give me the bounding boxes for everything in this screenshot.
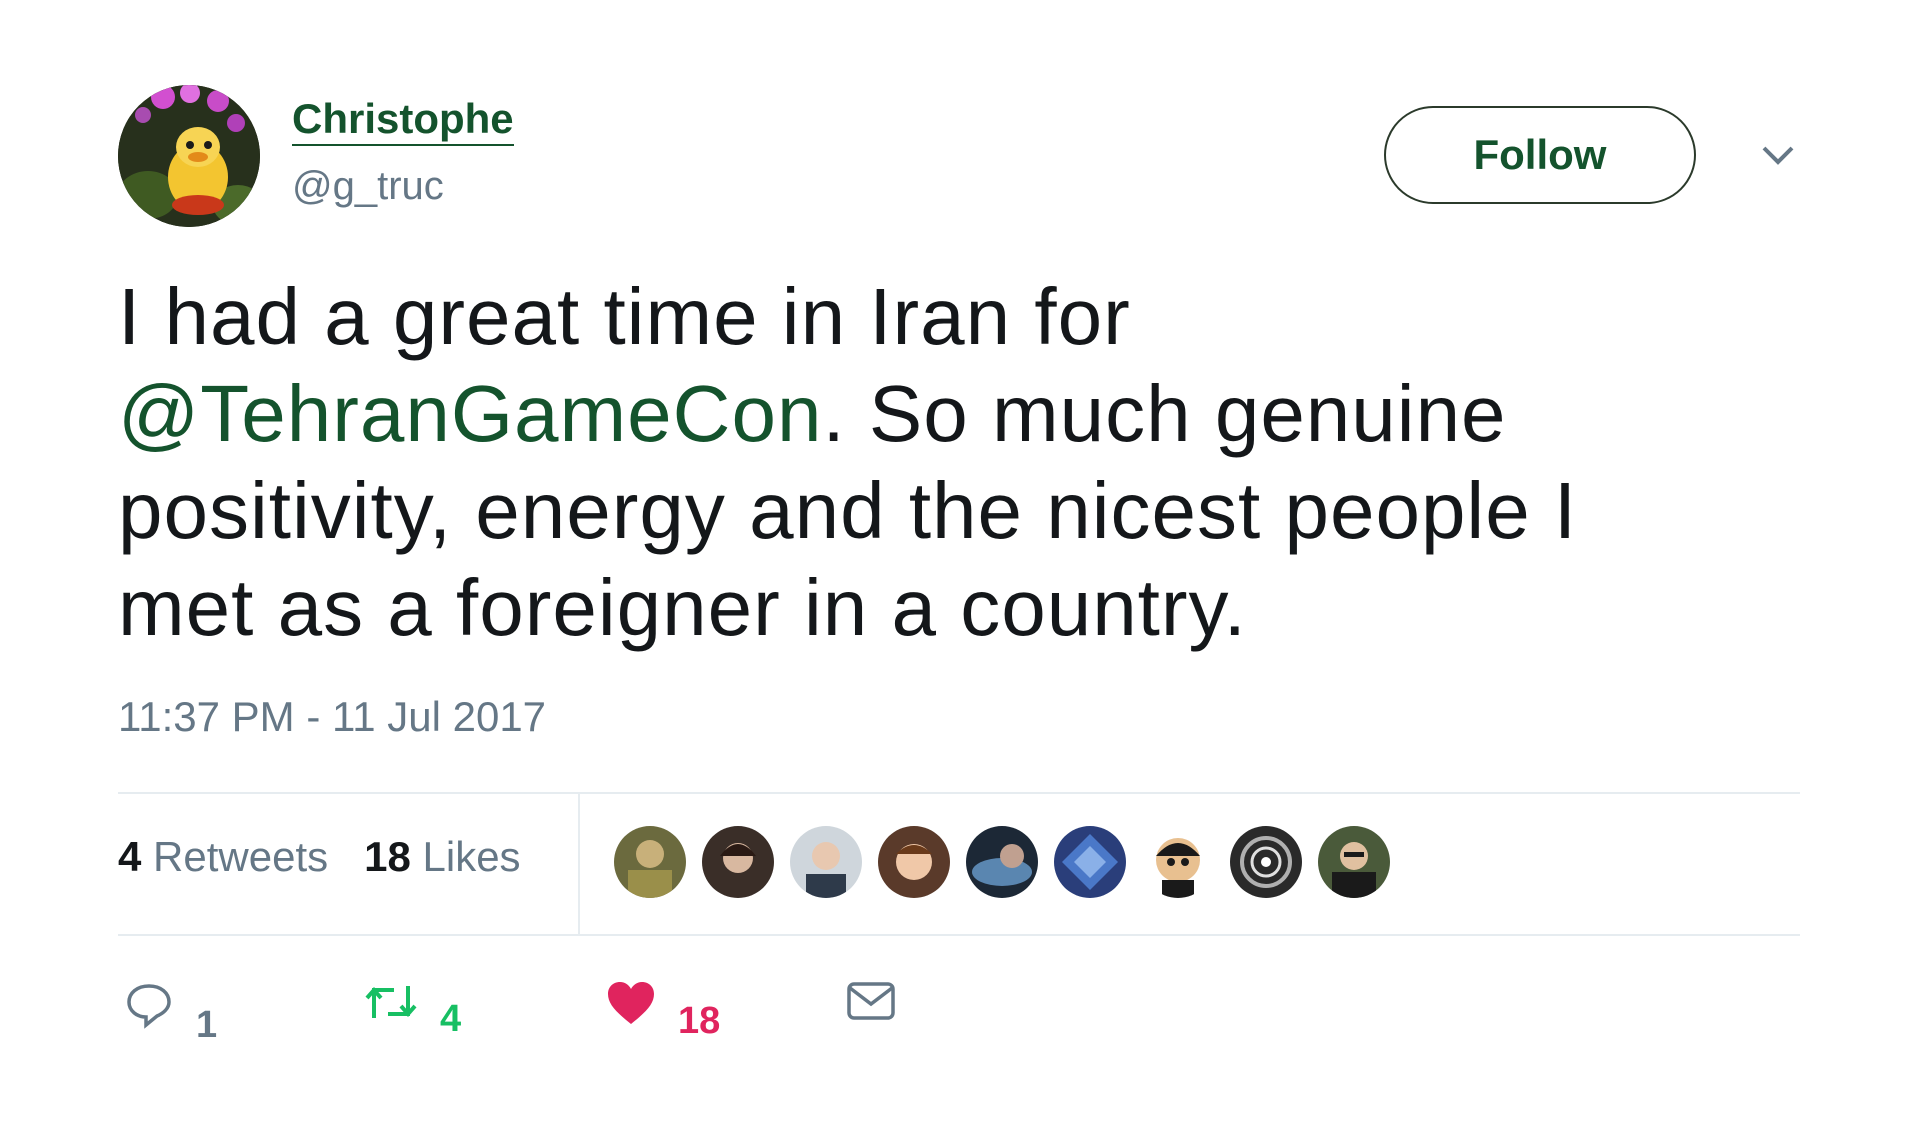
tweet-line-4: met as a foreigner in a country. [118,563,1247,652]
heart-icon [608,982,654,1024]
retweets-stat[interactable]: 4 Retweets [118,836,328,878]
divider [118,934,1800,936]
like-button[interactable]: 18 [606,980,720,1040]
likes-label: Likes [422,833,521,880]
reply-icon [127,984,171,1029]
tweet-line-1: I had a great time in Iran for [118,272,1131,361]
divider [118,792,1800,794]
tweet-timestamp[interactable]: 11:37 PM - 11 Jul 2017 [118,696,546,738]
liker-avatar[interactable] [1318,826,1390,898]
likers-avatars [614,826,1390,898]
liker-avatar[interactable] [1054,826,1126,898]
liker-avatar[interactable] [1142,826,1214,898]
retweet-icon [365,986,417,1018]
divider [578,794,580,934]
tweet-line-3: positivity, energy and the nicest people… [118,466,1578,555]
liker-avatar[interactable] [966,826,1038,898]
like-count: 18 [678,1000,721,1042]
retweet-button[interactable]: 4 [364,980,461,1038]
liker-avatar[interactable] [1230,826,1302,898]
reply-button[interactable]: 1 [124,980,217,1044]
likes-count: 18 [364,833,411,880]
tweet-card: Christophe @g_truc Follow I had a great … [0,0,1920,1126]
retweets-label: Retweets [153,833,329,880]
direct-message-button[interactable] [846,980,896,1022]
liker-avatar[interactable] [702,826,774,898]
user-handle[interactable]: @g_truc [292,166,444,206]
liker-avatar[interactable] [790,826,862,898]
user-avatar[interactable] [118,85,260,227]
follow-button[interactable]: Follow [1384,106,1696,204]
liker-avatar[interactable] [614,826,686,898]
tweet-mention-link[interactable]: @TehranGameCon [118,369,822,458]
liker-avatar[interactable] [878,826,950,898]
direct-message-icon [847,982,895,1020]
tweet-text: I had a great time in Iran for @TehranGa… [118,268,1818,656]
retweet-count: 4 [440,998,462,1040]
likes-stat[interactable]: 18 Likes [364,836,520,878]
reply-count: 1 [196,1004,218,1046]
tweet-line-2: . So much genuine [822,369,1507,458]
retweets-count: 4 [118,833,142,880]
user-name[interactable]: Christophe [292,98,514,146]
tweet-stats: 4 Retweets 18 Likes [118,836,521,878]
chevron-down-icon[interactable] [1758,140,1798,170]
